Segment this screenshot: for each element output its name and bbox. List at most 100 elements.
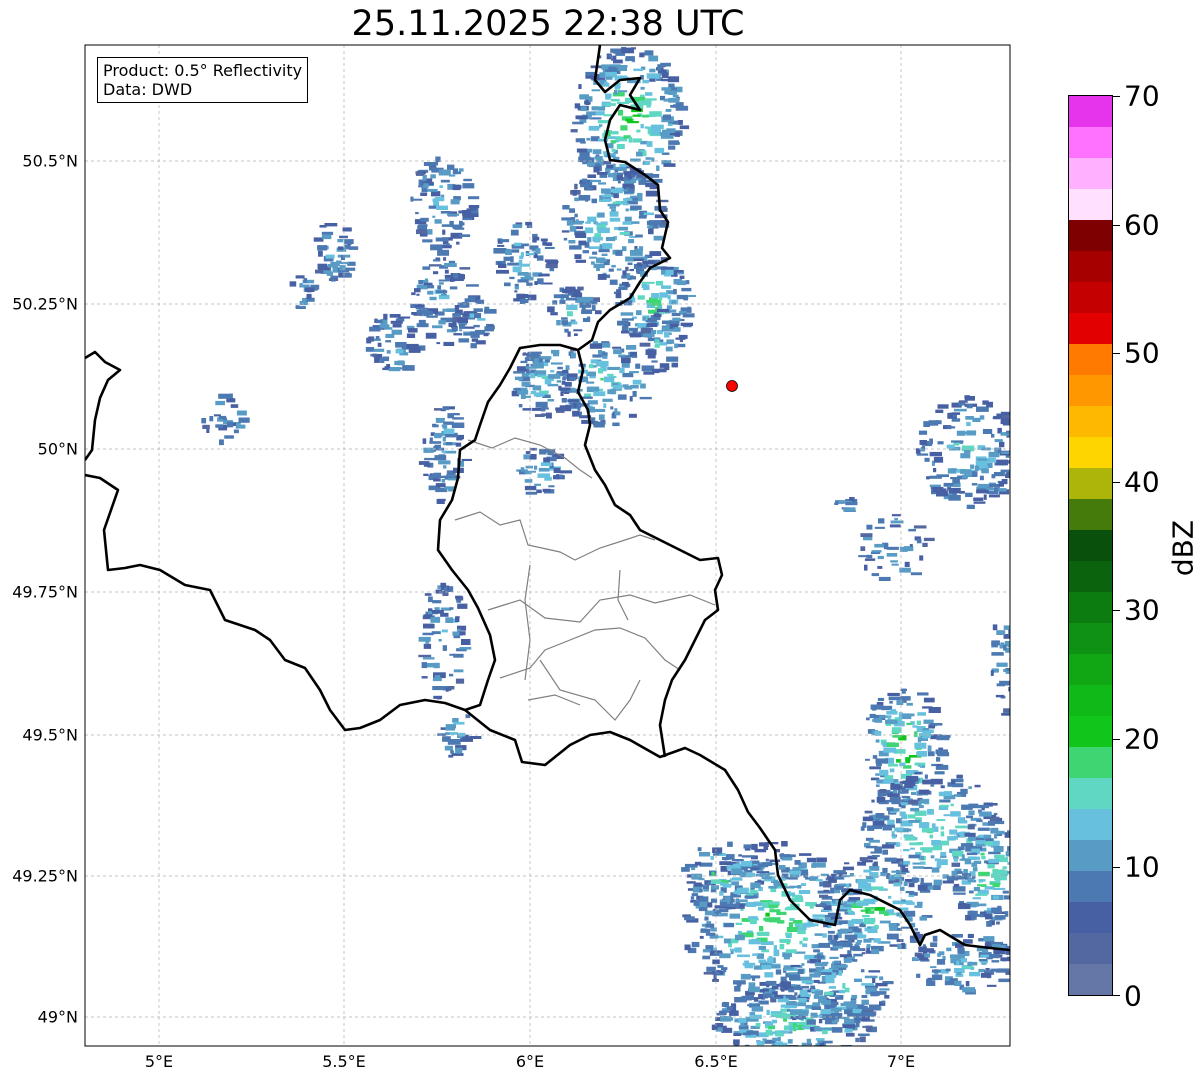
echo-pixel xyxy=(437,733,447,736)
echo-pixel xyxy=(766,984,770,988)
echo-pixel xyxy=(1015,877,1026,881)
echo-pixel xyxy=(339,235,348,239)
echo-pixel xyxy=(564,289,573,294)
echo-pixel xyxy=(614,89,618,95)
echo-pixel xyxy=(988,820,995,826)
echo-pixel xyxy=(727,841,733,847)
echo-pixel xyxy=(800,869,808,876)
echo-pixel xyxy=(888,696,901,701)
echo-pixel xyxy=(580,141,586,144)
echo-pixel xyxy=(909,544,913,547)
echo-pixel xyxy=(561,398,567,403)
echo-pixel xyxy=(561,320,568,325)
echo-pixel xyxy=(616,101,630,104)
echo-pixel xyxy=(289,281,297,287)
echo-pixel xyxy=(684,944,691,951)
echo-pixel xyxy=(586,386,600,393)
echo-pixel xyxy=(589,364,594,369)
echo-pixel xyxy=(959,491,965,494)
echo-pixel xyxy=(581,309,593,314)
echo-pixel xyxy=(325,254,335,259)
echo-pixel xyxy=(577,405,581,411)
echo-pixel xyxy=(847,956,855,960)
echo-pixel xyxy=(926,978,931,983)
echo-pixel xyxy=(598,368,604,374)
echo-pixel xyxy=(820,1009,831,1014)
echo-pixel xyxy=(839,989,846,994)
echo-pixel xyxy=(933,468,937,473)
echo-pixel xyxy=(923,866,932,869)
echo-pixel xyxy=(642,333,655,337)
echo-pixel xyxy=(649,251,662,256)
echo-pixel xyxy=(936,764,941,767)
echo-pixel xyxy=(743,1032,752,1036)
echo-pixel xyxy=(965,834,976,837)
echo-pixel xyxy=(812,914,825,918)
echo-pixel xyxy=(594,233,602,238)
echo-pixel xyxy=(553,294,564,299)
echo-pixel xyxy=(443,428,455,434)
echo-pixel xyxy=(842,866,854,871)
echo-pixel xyxy=(608,268,614,272)
echo-pixel xyxy=(899,886,905,891)
echo-pixel xyxy=(978,968,985,973)
echo-pixel xyxy=(945,968,951,972)
echo-pixel xyxy=(637,295,645,300)
echo-pixel xyxy=(952,412,961,415)
echo-pixel xyxy=(890,520,904,524)
echo-pixel xyxy=(452,417,464,420)
echo-pixel xyxy=(994,874,1007,881)
echo-pixel xyxy=(950,803,954,807)
echo-pixel xyxy=(914,731,918,738)
echo-pixel xyxy=(423,162,433,166)
echo-pixel xyxy=(650,128,662,134)
echo-pixel xyxy=(513,388,521,391)
echo-pixel xyxy=(626,345,637,350)
echo-pixel xyxy=(969,971,981,977)
echo-pixel xyxy=(872,977,876,983)
echo-pixel xyxy=(828,986,836,989)
echo-pixel xyxy=(625,256,635,262)
echo-pixel xyxy=(550,370,555,373)
echo-pixel xyxy=(636,151,643,157)
echo-pixel xyxy=(599,72,606,78)
echo-pixel xyxy=(461,274,465,280)
echo-pixel xyxy=(663,98,669,102)
echo-pixel xyxy=(651,293,659,299)
echo-pixel xyxy=(853,953,863,957)
echo-pixel xyxy=(414,288,421,293)
echo-pixel xyxy=(758,993,763,1000)
echo-pixel xyxy=(759,926,764,932)
echo-pixel xyxy=(865,758,870,761)
echo-pixel xyxy=(814,971,821,977)
echo-pixel xyxy=(971,483,978,486)
echo-pixel xyxy=(710,856,714,860)
echo-pixel xyxy=(442,229,446,235)
echo-pixel xyxy=(996,662,1008,667)
echo-pixel xyxy=(635,248,642,254)
echo-pixel xyxy=(621,47,635,54)
echo-pixel xyxy=(795,1026,799,1030)
echo-pixel xyxy=(879,789,887,793)
echo-pixel xyxy=(608,54,612,58)
echo-pixel xyxy=(617,180,621,184)
echo-pixel xyxy=(509,276,515,280)
echo-pixel xyxy=(547,374,561,379)
echo-pixel xyxy=(973,497,984,501)
echo-pixel xyxy=(932,845,943,851)
echo-pixel xyxy=(337,246,344,250)
echo-pixel xyxy=(1007,846,1010,852)
echo-pixel xyxy=(794,992,798,996)
echo-pixel xyxy=(473,324,480,328)
radar-map xyxy=(84,44,1026,1047)
echo-pixel xyxy=(942,880,954,884)
echo-pixel xyxy=(885,719,898,724)
echo-pixel xyxy=(433,695,443,699)
echo-pixel xyxy=(408,346,421,353)
echo-pixel xyxy=(843,507,856,512)
echo-pixel xyxy=(993,472,1005,477)
echo-pixel xyxy=(916,751,928,757)
echo-pixel xyxy=(421,187,428,193)
echo-pixel xyxy=(416,293,420,296)
echo-pixel xyxy=(585,186,593,191)
